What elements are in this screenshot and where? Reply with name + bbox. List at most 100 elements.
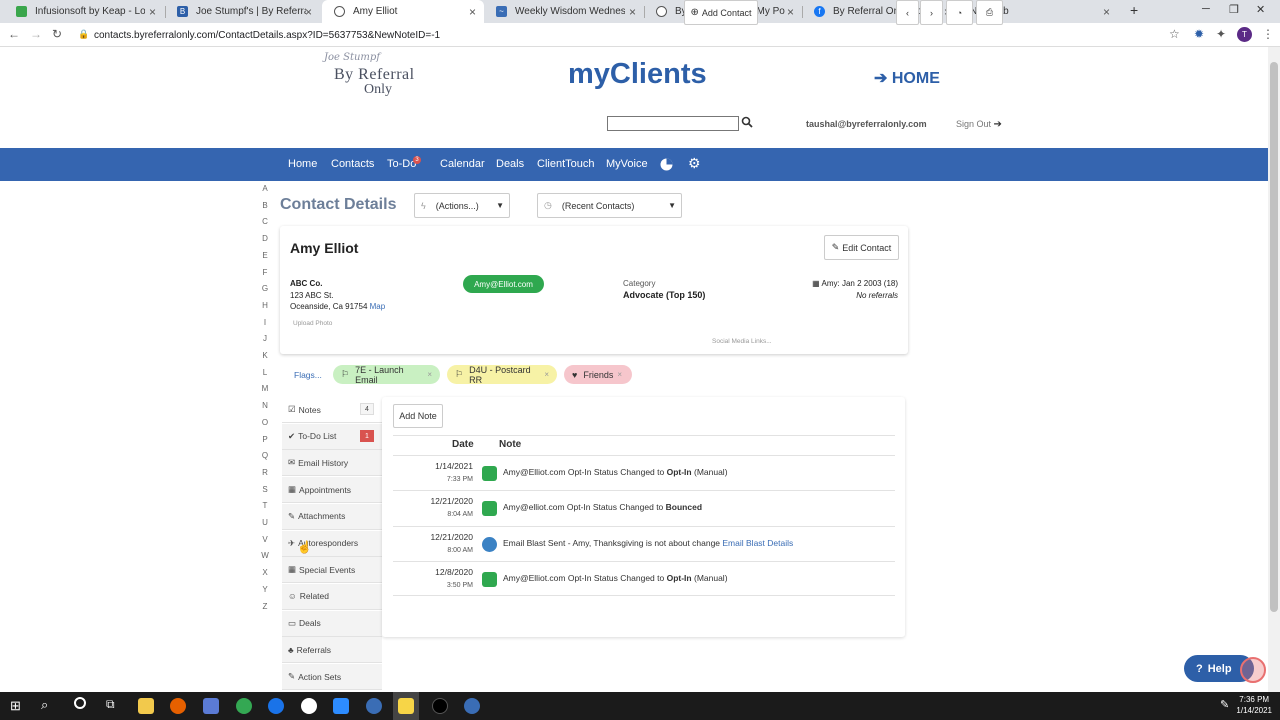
- add-contact-button[interactable]: ⊕ Add Contact: [684, 0, 758, 25]
- nav-clienttouch[interactable]: ClientTouch: [537, 158, 594, 170]
- alpha-letter[interactable]: Z: [260, 602, 270, 611]
- remove-icon[interactable]: ×: [544, 370, 549, 379]
- sticky-notes-icon[interactable]: [398, 698, 414, 714]
- next-contact-button[interactable]: ›: [920, 0, 943, 25]
- alpha-letter[interactable]: C: [260, 217, 270, 226]
- sidebar-item-related[interactable]: ☺ Related: [282, 583, 382, 610]
- address-bar[interactable]: contacts.byreferralonly.com/ContactDetai…: [94, 28, 1194, 42]
- search-icon[interactable]: [741, 116, 753, 128]
- sidebar-item-deals[interactable]: ▭ Deals: [282, 610, 382, 637]
- close-icon[interactable]: ×: [469, 5, 476, 19]
- home-link[interactable]: ➔ HOME: [874, 68, 940, 88]
- sidebar-item-appointments[interactable]: ▦ Appointments: [282, 477, 382, 504]
- alpha-letter[interactable]: N: [260, 401, 270, 410]
- pie-chart-icon[interactable]: [660, 158, 673, 171]
- window-close-icon[interactable]: ✕: [1256, 3, 1265, 16]
- alpha-letter[interactable]: Q: [260, 451, 270, 460]
- nav-deals[interactable]: Deals: [496, 158, 524, 170]
- close-icon[interactable]: ×: [787, 5, 794, 19]
- star-icon[interactable]: ☆: [1169, 27, 1180, 41]
- system-clock[interactable]: 7:36 PM 1/14/2021: [1236, 694, 1272, 716]
- alpha-letter[interactable]: G: [260, 284, 270, 293]
- close-icon[interactable]: ×: [149, 5, 156, 19]
- pen-icon[interactable]: ✎: [1220, 698, 1229, 711]
- maximize-icon[interactable]: ❐: [1229, 3, 1239, 16]
- nav-calendar[interactable]: Calendar: [440, 158, 485, 170]
- sidebar-item-special-events[interactable]: ▦ Special Events: [282, 557, 382, 584]
- new-tab-icon[interactable]: +: [1130, 2, 1138, 18]
- task-view-icon[interactable]: ⧉: [106, 697, 115, 712]
- alpha-letter[interactable]: Y: [260, 585, 270, 594]
- sidebar-item-referrals[interactable]: ♣ Referrals: [282, 637, 382, 664]
- edit-contact-button[interactable]: ✎ Edit Contact: [824, 235, 899, 260]
- back-icon[interactable]: ←: [8, 27, 20, 41]
- menu-dots-icon[interactable]: ⋮: [1262, 27, 1274, 41]
- firefox-icon[interactable]: [170, 698, 186, 714]
- extension-icon[interactable]: ✹: [1194, 27, 1204, 41]
- flag-launch-email[interactable]: ⚐ 7E - Launch Email ×: [333, 365, 440, 385]
- alpha-letter[interactable]: P: [260, 435, 270, 444]
- prev-contact-button[interactable]: ‹: [896, 0, 919, 25]
- alpha-letter[interactable]: M: [260, 384, 270, 393]
- close-icon[interactable]: ×: [629, 5, 636, 19]
- alpha-letter[interactable]: U: [260, 518, 270, 527]
- sign-out-link[interactable]: Sign Out ➔: [956, 119, 1002, 130]
- sidebar-item-to-do-list[interactable]: ✔ To-Do List 1: [282, 423, 382, 450]
- print-button[interactable]: ⎙: [976, 0, 1003, 25]
- file-explorer-icon[interactable]: [138, 698, 154, 714]
- alpha-letter[interactable]: A: [260, 184, 270, 193]
- gear-icon[interactable]: ⚙: [688, 155, 701, 172]
- app-icon[interactable]: [366, 698, 382, 714]
- minimize-icon[interactable]: ─: [1202, 3, 1210, 15]
- sidebar-item-email-history[interactable]: ✉ Email History: [282, 450, 382, 477]
- search-input[interactable]: [607, 116, 739, 131]
- browser-tab-2[interactable]: Amy Elliot ×: [322, 0, 484, 23]
- nav-home[interactable]: Home: [288, 158, 317, 170]
- alpha-letter[interactable]: D: [260, 234, 270, 243]
- alpha-letter[interactable]: I: [260, 318, 270, 327]
- alpha-letter[interactable]: V: [260, 535, 270, 544]
- alpha-letter[interactable]: H: [260, 301, 270, 310]
- chrome-icon[interactable]: [236, 698, 252, 714]
- nav-myvoice[interactable]: MyVoice: [606, 158, 648, 170]
- remove-icon[interactable]: ×: [617, 370, 622, 379]
- alpha-letter[interactable]: L: [260, 368, 270, 377]
- flags-link[interactable]: Flags...: [294, 370, 322, 380]
- puzzle-icon[interactable]: ✦: [1216, 27, 1226, 41]
- obs-icon[interactable]: [432, 698, 448, 714]
- nav-todo[interactable]: To-Do: [387, 158, 416, 170]
- close-icon[interactable]: ×: [305, 5, 312, 19]
- alpha-letter[interactable]: B: [260, 201, 270, 210]
- search-icon[interactable]: ⌕: [41, 697, 48, 713]
- cortana-icon[interactable]: [74, 697, 86, 709]
- phone-icon[interactable]: [268, 698, 284, 714]
- dashboard-button[interactable]: ◔: [946, 0, 973, 25]
- browser-tab-1[interactable]: BJoe Stumpf's | By Referral Only×: [165, 0, 320, 23]
- alpha-letter[interactable]: E: [260, 251, 270, 260]
- flag-friends[interactable]: ♥ Friends ×: [564, 365, 632, 384]
- close-icon[interactable]: ×: [1103, 5, 1110, 19]
- actions-select[interactable]: ϟ (Actions...) ▼: [414, 193, 510, 218]
- browser-tab-3[interactable]: ~Weekly Wisdom Wednesday Web×: [484, 0, 644, 23]
- recent-contacts-select[interactable]: ◷ (Recent Contacts) ▼: [537, 193, 682, 218]
- alpha-letter[interactable]: K: [260, 351, 270, 360]
- alpha-letter[interactable]: X: [260, 568, 270, 577]
- browser-tab-0[interactable]: Infusionsoft by Keap - Logout×: [4, 0, 164, 23]
- remove-icon[interactable]: ×: [427, 370, 432, 379]
- bro-logo[interactable]: Joe Stumpf By Referral Only: [316, 52, 436, 100]
- chrome-profile-icon[interactable]: [301, 698, 317, 714]
- app2-icon[interactable]: [464, 698, 480, 714]
- email-blast-details-link[interactable]: Email Blast Details: [722, 538, 793, 548]
- social-media-link[interactable]: Social Media Links...: [712, 338, 772, 345]
- sidebar-item-attachments[interactable]: ✎ Attachments: [282, 503, 382, 530]
- add-note-button[interactable]: Add Note: [393, 404, 443, 428]
- alpha-letter[interactable]: F: [260, 268, 270, 277]
- profile-avatar[interactable]: T: [1237, 27, 1252, 42]
- email-pill[interactable]: Amy@Elliot.com: [463, 275, 544, 293]
- flag-postcard[interactable]: ⚐ D4U - Postcard RR ×: [447, 365, 557, 385]
- upload-photo-link[interactable]: Upload Photo: [293, 320, 332, 327]
- alpha-letter[interactable]: S: [260, 485, 270, 494]
- sidebar-item-action-sets[interactable]: ✎ Action Sets: [282, 664, 382, 690]
- calculator-icon[interactable]: [203, 698, 219, 714]
- alpha-letter[interactable]: O: [260, 418, 270, 427]
